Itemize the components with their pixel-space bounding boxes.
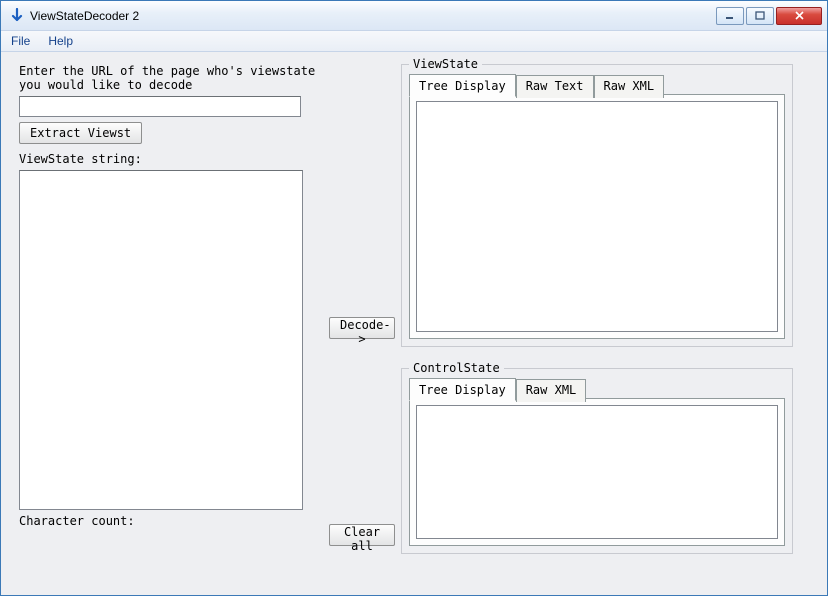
title-bar: ViewStateDecoder 2: [1, 1, 827, 31]
viewstate-tab-body: [409, 94, 785, 339]
menu-help[interactable]: Help: [44, 32, 77, 50]
app-icon: [9, 8, 25, 24]
window-controls: [716, 7, 822, 25]
extract-viewstate-button[interactable]: Extract Viewst: [19, 122, 142, 144]
tab-tree-display[interactable]: Tree Display: [409, 74, 516, 97]
controlstate-tab-body: [409, 398, 785, 546]
close-button[interactable]: [776, 7, 822, 25]
viewstate-group-title: ViewState: [409, 57, 482, 71]
viewstate-tree-area[interactable]: [416, 101, 778, 332]
controlstate-tree-area[interactable]: [416, 405, 778, 539]
tab-raw-text[interactable]: Raw Text: [516, 75, 594, 98]
menu-file[interactable]: File: [7, 32, 34, 50]
window-title: ViewStateDecoder 2: [30, 9, 139, 23]
controlstate-group: ControlState Tree Display Raw XML: [401, 368, 793, 554]
viewstate-tabs: Tree Display Raw Text Raw XML: [409, 74, 785, 339]
maximize-button[interactable]: [746, 7, 774, 25]
app-window: ViewStateDecoder 2 File Help Enter the U…: [0, 0, 828, 596]
menu-bar: File Help: [1, 31, 827, 52]
tab-tree-display-cs[interactable]: Tree Display: [409, 378, 516, 401]
controlstate-group-title: ControlState: [409, 361, 504, 375]
decode-button[interactable]: Decode->: [329, 317, 395, 339]
tab-raw-xml-cs[interactable]: Raw XML: [516, 379, 587, 402]
viewstate-string-textarea[interactable]: [19, 170, 303, 510]
tab-raw-xml[interactable]: Raw XML: [594, 75, 665, 98]
viewstate-group: ViewState Tree Display Raw Text Raw XML: [401, 64, 793, 347]
client-area: Enter the URL of the page who's viewstat…: [1, 52, 827, 595]
controlstate-tabs: Tree Display Raw XML: [409, 378, 785, 546]
minimize-button[interactable]: [716, 7, 744, 25]
clear-all-button[interactable]: Clear all: [329, 524, 395, 546]
url-input[interactable]: [19, 96, 301, 117]
